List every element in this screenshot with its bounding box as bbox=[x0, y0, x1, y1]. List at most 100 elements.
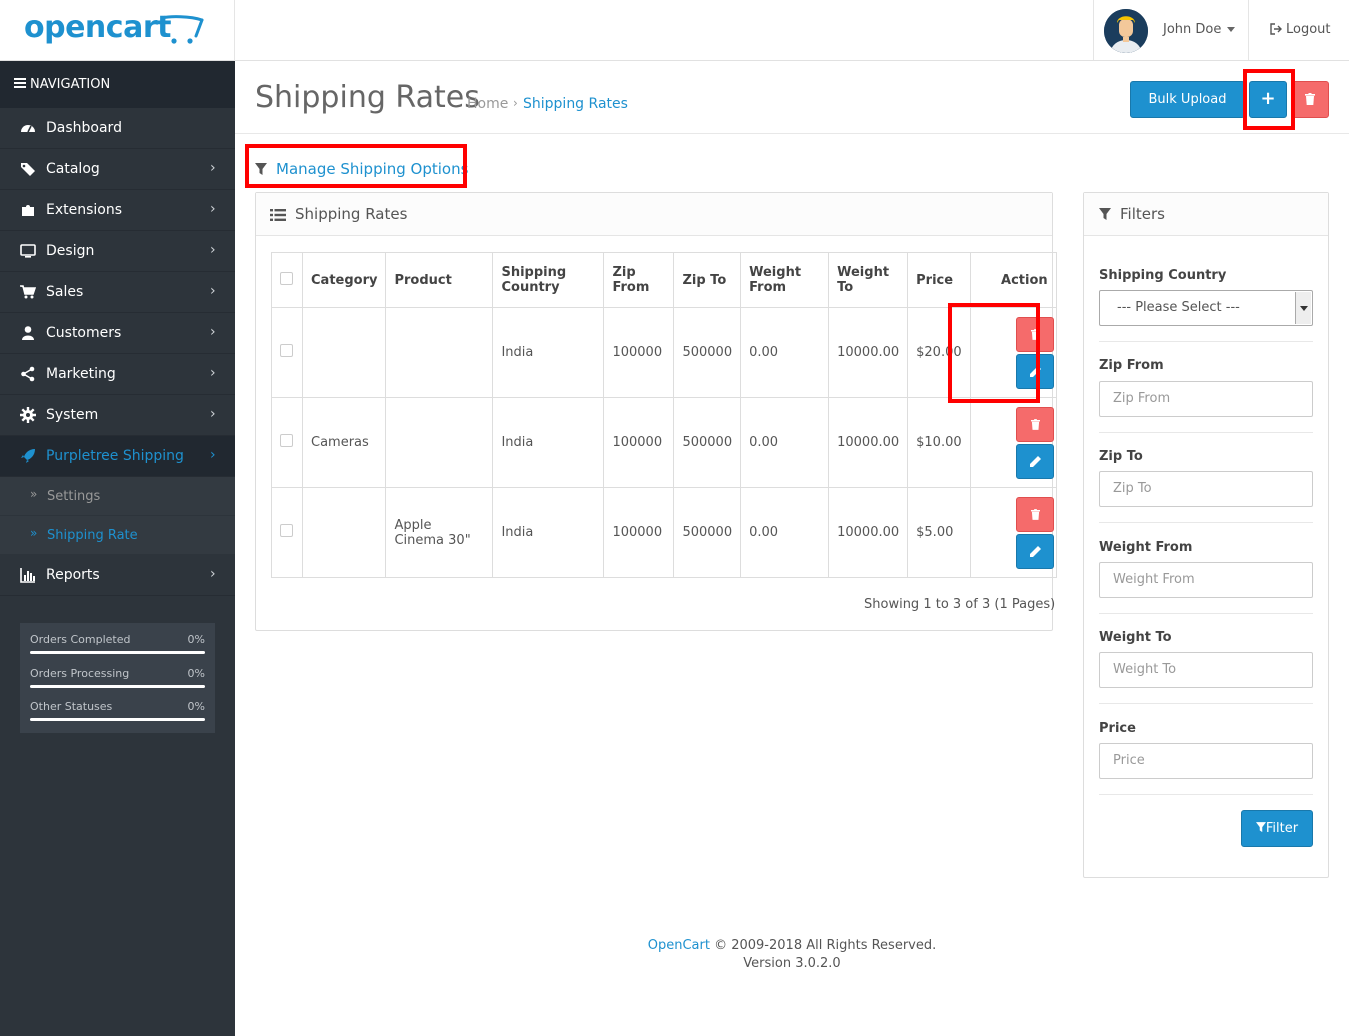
user-icon bbox=[22, 326, 34, 340]
column-header[interactable]: Product bbox=[385, 252, 494, 308]
caret-down-icon bbox=[1227, 27, 1235, 32]
stat-orders-completed: Orders Completed 0% bbox=[30, 633, 205, 654]
sidebar-item-system[interactable]: System › bbox=[0, 395, 235, 436]
cell-zip-to: 500000 bbox=[673, 397, 742, 488]
zip-from-input[interactable]: Zip From bbox=[1099, 381, 1313, 417]
sidebar-subitem-settings[interactable]: » Settings bbox=[0, 477, 235, 516]
shipping-country-label: Shipping Country bbox=[1099, 268, 1227, 283]
cell-action bbox=[969, 487, 1057, 578]
sidebar-item-customers[interactable]: Customers › bbox=[0, 313, 235, 354]
cell-zip-from: 100000 bbox=[603, 307, 675, 398]
table-header-row: Category Product Shipping Country Zip Fr… bbox=[271, 252, 1057, 308]
logo-text: opencart bbox=[24, 10, 171, 45]
divider bbox=[1099, 522, 1313, 523]
cell-price: $10.00 bbox=[907, 397, 971, 488]
zip-to-label: Zip To bbox=[1099, 449, 1143, 464]
delete-button[interactable] bbox=[1291, 81, 1329, 118]
row-checkbox[interactable] bbox=[280, 524, 293, 537]
edit-row-button[interactable] bbox=[1015, 533, 1054, 569]
chevron-right-icon: › bbox=[210, 447, 216, 463]
double-angle-right-icon: » bbox=[30, 526, 38, 540]
dashboard-icon bbox=[21, 125, 35, 133]
sidebar: NAVIGATION Dashboard Catalog › Extension… bbox=[0, 61, 235, 1036]
tags-icon bbox=[21, 163, 35, 176]
edit-row-button[interactable] bbox=[1015, 443, 1054, 479]
cell-zip-from: 100000 bbox=[603, 487, 675, 578]
filter-button[interactable]: Filter bbox=[1241, 810, 1313, 847]
avatar bbox=[1104, 9, 1148, 53]
row-checkbox[interactable] bbox=[280, 344, 293, 357]
sidebar-item-catalog[interactable]: Catalog › bbox=[0, 149, 235, 190]
filter-icon bbox=[1099, 208, 1111, 220]
cell-weight-to: 10000.00 bbox=[828, 487, 909, 578]
column-header[interactable]: Price bbox=[907, 252, 971, 308]
cell-zip-to: 500000 bbox=[673, 307, 742, 398]
sidebar-item-sales[interactable]: Sales › bbox=[0, 272, 235, 313]
divider bbox=[1099, 794, 1313, 795]
opencart-link[interactable]: OpenCart bbox=[648, 938, 710, 953]
table-row: Cameras India 100000 500000 0.00 10000.0… bbox=[271, 397, 1057, 488]
column-header[interactable]: Category bbox=[301, 252, 387, 308]
column-header[interactable]: Zip From bbox=[603, 252, 675, 308]
zip-to-input[interactable]: Zip To bbox=[1099, 471, 1313, 507]
column-header[interactable]: Zip To bbox=[673, 252, 742, 308]
select-all-checkbox[interactable] bbox=[280, 271, 293, 285]
cell-weight-to: 10000.00 bbox=[828, 397, 909, 488]
chevron-down-icon[interactable] bbox=[1295, 292, 1311, 324]
cell-weight-from: 0.00 bbox=[740, 487, 830, 578]
logo[interactable]: opencart bbox=[0, 0, 235, 60]
delete-row-button[interactable] bbox=[1015, 406, 1054, 442]
zip-from-label: Zip From bbox=[1099, 358, 1164, 373]
column-header: Action bbox=[969, 252, 1057, 308]
column-header[interactable]: Weight To bbox=[828, 252, 909, 308]
double-angle-right-icon: » bbox=[30, 487, 38, 501]
chevron-right-icon: › bbox=[210, 406, 216, 422]
sign-out-icon bbox=[1270, 23, 1282, 35]
bars-icon bbox=[14, 78, 26, 88]
breadcrumb-home[interactable]: Home bbox=[467, 96, 508, 112]
cell-category bbox=[301, 307, 387, 398]
order-stats: Orders Completed 0% Orders Processing 0%… bbox=[20, 623, 215, 733]
column-header[interactable]: Shipping Country bbox=[492, 252, 605, 308]
weight-from-input[interactable]: Weight From bbox=[1099, 562, 1313, 598]
sidebar-subitem-shipping-rate[interactable]: » Shipping Rate bbox=[0, 516, 235, 555]
weight-to-input[interactable]: Weight To bbox=[1099, 652, 1313, 688]
user-name: John Doe bbox=[1163, 22, 1222, 37]
chevron-right-icon: › bbox=[210, 283, 216, 299]
chevron-right-icon: › bbox=[210, 242, 216, 258]
column-header[interactable]: Weight From bbox=[740, 252, 830, 308]
pencil-icon bbox=[1029, 455, 1041, 467]
breadcrumb-current[interactable]: Shipping Rates bbox=[523, 96, 628, 112]
shipping-rates-table: Category Product Shipping Country Zip Fr… bbox=[271, 252, 1057, 578]
progress-bar bbox=[30, 685, 205, 688]
cell-category bbox=[301, 487, 387, 578]
cell-zip-to: 500000 bbox=[673, 487, 742, 578]
highlight-box bbox=[245, 144, 467, 188]
cart-logo-icon bbox=[160, 15, 204, 44]
sidebar-item-marketing[interactable]: Marketing › bbox=[0, 354, 235, 395]
sidebar-item-extensions[interactable]: Extensions › bbox=[0, 190, 235, 231]
cell-product bbox=[385, 307, 494, 398]
cell-country: India bbox=[492, 307, 605, 398]
select-all-cell bbox=[271, 252, 303, 308]
share-icon bbox=[21, 366, 35, 382]
row-checkbox[interactable] bbox=[280, 434, 293, 447]
highlight-box bbox=[948, 303, 1040, 403]
cell-product: Apple Cinema 30" bbox=[385, 487, 494, 578]
logout-link[interactable]: Logout bbox=[1248, 0, 1349, 60]
bulk-upload-button[interactable]: Bulk Upload bbox=[1130, 81, 1245, 118]
nav-heading: NAVIGATION bbox=[0, 61, 235, 108]
price-input[interactable]: Price bbox=[1099, 743, 1313, 779]
row-select-cell bbox=[271, 397, 303, 488]
delete-row-button[interactable] bbox=[1015, 496, 1054, 532]
shipping-country-select[interactable]: --- Please Select --- bbox=[1099, 290, 1313, 326]
sidebar-item-dashboard[interactable]: Dashboard bbox=[0, 108, 235, 149]
sidebar-item-design[interactable]: Design › bbox=[0, 231, 235, 272]
sidebar-item-purpletree-shipping[interactable]: Purpletree Shipping › bbox=[0, 436, 235, 477]
copyright-text: © 2009-2018 All Rights Reserved. bbox=[714, 938, 937, 953]
table-row: India 100000 500000 0.00 10000.00 $20.00 bbox=[271, 307, 1057, 398]
sidebar-item-reports[interactable]: Reports › bbox=[0, 555, 235, 596]
row-select-cell bbox=[271, 487, 303, 578]
pagination-text: Showing 1 to 3 of 3 (1 Pages) bbox=[864, 597, 1056, 612]
user-menu[interactable]: John Doe bbox=[1093, 0, 1248, 60]
